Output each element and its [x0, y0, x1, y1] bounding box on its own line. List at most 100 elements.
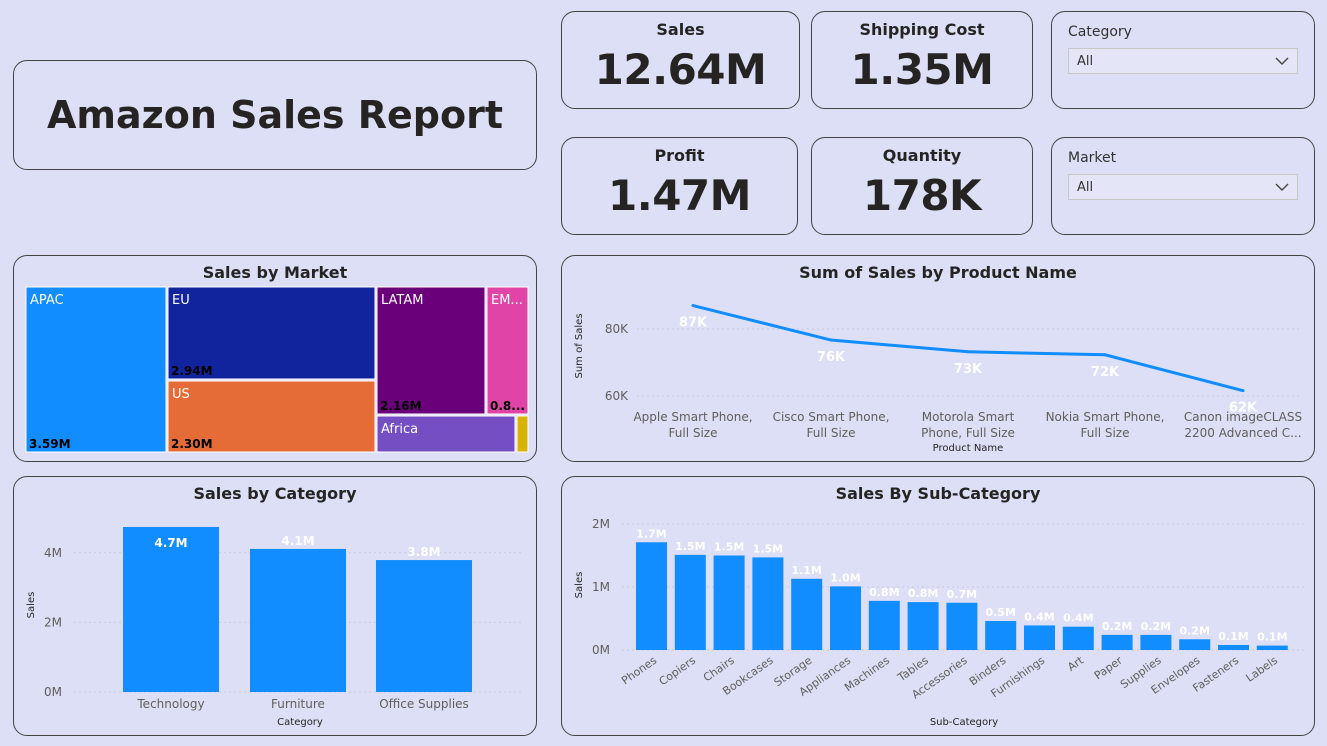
x-tick-label: Cisco Smart Phone,	[773, 410, 890, 424]
series-line	[692, 304, 1244, 393]
y-tick-label: 2M	[592, 517, 610, 531]
bar	[376, 560, 472, 692]
bar	[123, 527, 219, 692]
y-tick-label: 1M	[592, 580, 610, 594]
data-label: 87K	[679, 316, 708, 331]
market-treemap: APAC 3.59M EU 2.94M US 2.30M LATAM 2.16M EM... 0.…	[25, 286, 529, 453]
market-dropdown[interactable]: All	[1068, 174, 1298, 200]
data-label: 0.8M	[908, 587, 938, 600]
y-tick-label: 4M	[44, 546, 62, 560]
x-tick-label: Phone, Full Size	[921, 426, 1015, 440]
bar	[791, 578, 823, 650]
data-label: 73K	[954, 362, 983, 377]
y-tick-label: 0M	[44, 685, 62, 699]
report-title: Amazon Sales Report	[46, 93, 504, 137]
data-point	[829, 338, 833, 342]
kpi-quantity-value: 178K	[862, 171, 982, 220]
data-label: 1.5M	[714, 541, 744, 554]
x-tick-label: Apple Smart Phone,	[633, 410, 752, 424]
data-label: 0.2M	[1179, 624, 1209, 637]
bar	[713, 555, 745, 650]
y-tick-label: 80K	[605, 322, 629, 336]
x-tick-label: Labels	[1244, 654, 1281, 685]
bar	[1256, 645, 1288, 650]
x-tick-label: Technology	[136, 697, 204, 711]
x-tick-label: Copiers	[657, 654, 699, 689]
bar	[250, 548, 346, 692]
market-slicer: Market All	[1051, 137, 1315, 235]
x-tick-label: Phones	[619, 654, 659, 688]
bar	[752, 557, 784, 650]
subcategory-bar-card: Sales By Sub-Category 0M 1M 2M Sales 1.7M Pho…	[561, 476, 1315, 736]
data-label: 0.2M	[1141, 620, 1171, 633]
kpi-shipping-value: 1.35M	[850, 45, 994, 94]
treemap-label-emea: EM...	[491, 293, 523, 308]
bar	[985, 621, 1017, 650]
data-point	[1103, 353, 1107, 357]
kpi-profit-label: Profit	[654, 146, 705, 165]
data-label: 1.5M	[675, 540, 705, 553]
kpi-sales-card[interactable]: Sales 12.64M	[561, 11, 800, 109]
data-label: 1.5M	[753, 542, 783, 555]
x-tick-label: Full Size	[1081, 426, 1130, 440]
category-slicer: Category All	[1051, 11, 1315, 109]
bar	[907, 602, 939, 650]
data-label: 0.7M	[947, 588, 977, 601]
treemap-tile-canada	[516, 415, 529, 453]
y-tick-label: 60K	[605, 389, 629, 403]
x-tick-label: Canon imageCLASS	[1184, 410, 1302, 424]
data-label: 0.5M	[985, 606, 1015, 619]
treemap-label-latam: LATAM	[381, 293, 423, 308]
x-axis-label: Category	[277, 717, 323, 728]
treemap-label-apac: APAC	[30, 293, 64, 308]
category-dropdown-value: All	[1077, 53, 1094, 69]
market-treemap-card: Sales by Market APAC 3.59M EU 2.94M US 2.30M L…	[13, 255, 537, 462]
kpi-shipping-card[interactable]: Shipping Cost 1.35M	[811, 11, 1033, 109]
x-tick-label: Nokia Smart Phone,	[1046, 410, 1165, 424]
data-label: 1.7M	[636, 527, 666, 540]
x-tick-label: Art	[1065, 653, 1086, 673]
chevron-down-icon	[1275, 183, 1289, 191]
data-label: 72K	[1091, 365, 1120, 380]
bar	[1218, 644, 1249, 650]
subcategory-bar-chart: 0M1M2MSales1.7MPhones1.5MCopiers1.5MChai…	[574, 517, 1307, 728]
product-line-chart: 60K 80K Sum of Sales 87K Apple Smart Phone, F…	[574, 304, 1302, 454]
kpi-profit-value: 1.47M	[608, 171, 751, 220]
bar	[1062, 626, 1094, 650]
data-label: 0.4M	[1024, 610, 1054, 623]
data-label: 0.8M	[869, 586, 899, 599]
treemap-value-emea: 0.8...	[490, 399, 525, 413]
bar	[946, 602, 978, 650]
market-slicer-label: Market	[1068, 150, 1117, 166]
treemap-label-us: US	[172, 387, 190, 402]
bar	[1140, 634, 1172, 650]
data-label: 0.2M	[1102, 620, 1132, 633]
y-axis-label: Sales	[26, 592, 37, 619]
y-tick-label: 2M	[44, 615, 62, 629]
x-tick-label: Motorola Smart	[922, 410, 1015, 424]
data-label: 76K	[817, 350, 846, 365]
kpi-sales-label: Sales	[656, 20, 705, 39]
bar	[1024, 625, 1055, 650]
product-line-card: Sum of Sales by Product Name 60K 80K Sum o…	[561, 255, 1315, 462]
treemap-value-latam: 2.16M	[380, 399, 422, 413]
x-tick-label: Furniture	[271, 697, 325, 711]
data-label: 4.7M	[154, 536, 187, 550]
data-label: 4.1M	[281, 534, 314, 548]
x-tick-label: 2200 Advanced C...	[1184, 426, 1301, 440]
treemap-value-us: 2.30M	[171, 437, 213, 451]
treemap-value-eu: 2.94M	[171, 364, 213, 378]
treemap-tile-apac	[25, 286, 167, 453]
data-point	[1241, 389, 1245, 393]
data-label: 3.8M	[407, 545, 440, 559]
data-point	[691, 304, 695, 308]
kpi-profit-card[interactable]: Profit 1.47M	[561, 137, 798, 235]
bar	[830, 586, 861, 650]
category-dropdown[interactable]: All	[1068, 48, 1298, 74]
data-label: 0.1M	[1257, 631, 1287, 644]
x-axis-label: Sub-Category	[930, 717, 998, 728]
kpi-sales-value: 12.64M	[594, 45, 767, 94]
data-label: 0.1M	[1218, 630, 1248, 643]
category-bar-chart: 0M 2M 4M Sales 4.7M Technology 4.1M Furniture 3.…	[26, 527, 524, 728]
kpi-quantity-card[interactable]: Quantity 178K	[811, 137, 1033, 235]
